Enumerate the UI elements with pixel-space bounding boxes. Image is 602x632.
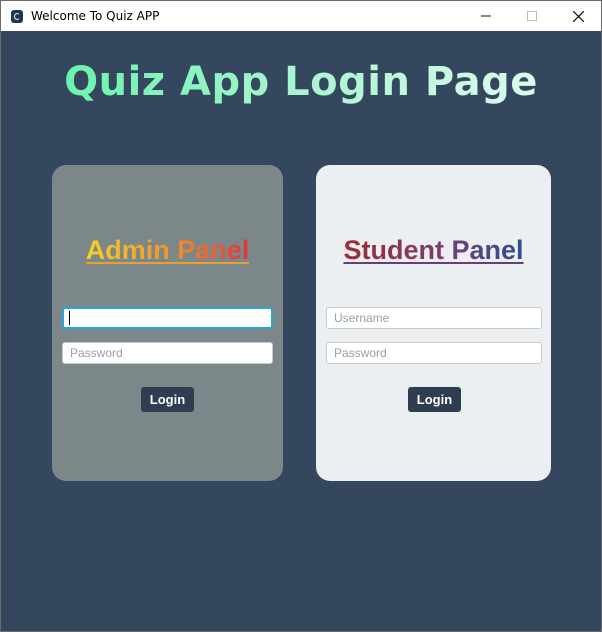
window-title: Welcome To Quiz APP [31,9,160,23]
maximize-icon [527,11,537,21]
admin-panel-card: Admin Panel Login [52,165,283,481]
minimize-button[interactable] [463,1,509,31]
title-bar[interactable]: Welcome To Quiz APP [1,1,601,31]
text-cursor [69,311,70,325]
admin-panel-title-text: Admin Panel [85,235,250,265]
student-login-button[interactable]: Login [408,387,461,412]
student-username-input[interactable] [326,307,542,329]
admin-panel-title: Admin Panel [52,235,283,266]
close-button[interactable] [555,1,601,31]
app-window: Welcome To Quiz APP Quiz App Login Page … [0,0,602,632]
admin-username-input[interactable] [62,307,273,329]
student-password-input[interactable] [326,342,542,364]
student-panel-title-text: Student Panel [343,235,524,265]
app-icon [11,9,23,23]
page-title: Quiz App Login Page [1,59,601,105]
close-icon [572,10,584,22]
admin-login-button[interactable]: Login [141,387,194,412]
admin-password-input[interactable] [62,342,273,364]
student-panel-card: Student Panel Login [316,165,551,481]
minimize-icon [481,15,491,17]
window-controls [463,1,601,31]
maximize-button[interactable] [509,1,555,31]
student-panel-title: Student Panel [316,235,551,266]
